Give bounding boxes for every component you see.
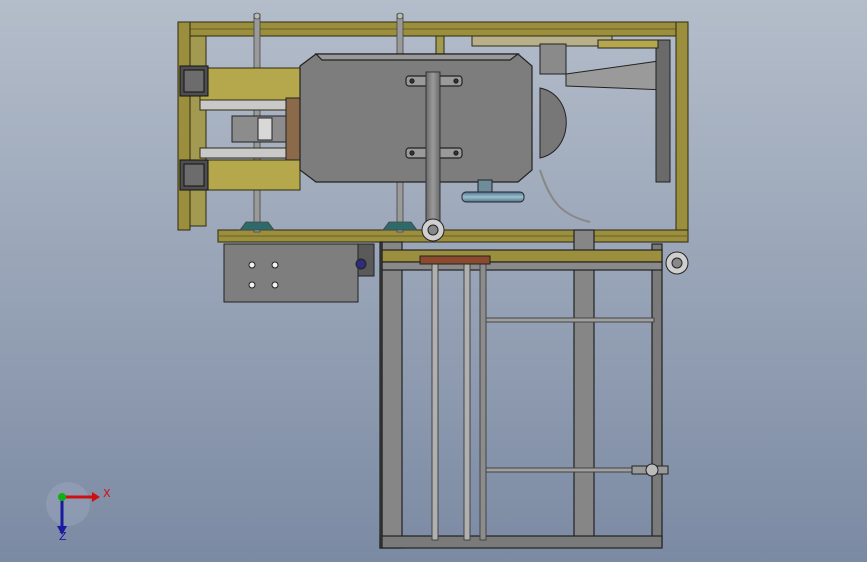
vertical-post — [425, 71, 441, 223]
motor-housing — [299, 53, 533, 183]
origin-dot — [58, 493, 66, 501]
right-valve — [631, 463, 669, 477]
control-box — [223, 243, 375, 303]
left-upright — [177, 21, 191, 231]
z-axis-label: Z — [59, 530, 67, 543]
machine-drawing — [0, 0, 867, 562]
cad-viewport[interactable]: X Z — [0, 0, 867, 562]
right-upright — [675, 21, 689, 237]
red-clamp-bar — [419, 255, 491, 265]
x-axis-label: X — [103, 487, 111, 500]
